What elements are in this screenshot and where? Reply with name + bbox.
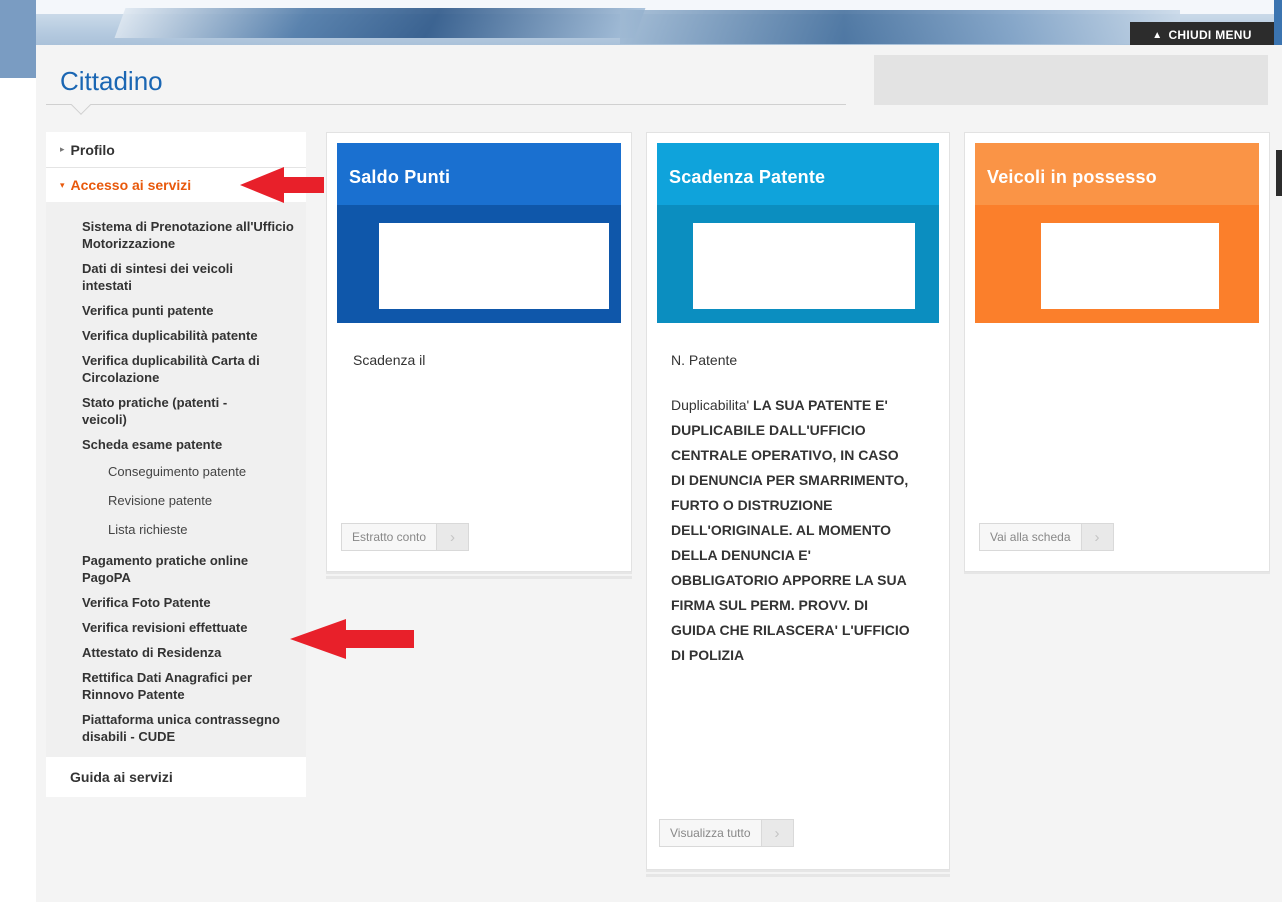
sidebar-subitem-rettifica[interactable]: Rettifica Dati Anagrafici per Rinnovo Pa… [46, 665, 306, 707]
sidebar: ▸ Profilo ▾ Accesso ai servizi Sistema d… [46, 132, 306, 902]
button-label: Estratto conto [352, 530, 427, 544]
sidebar-subitem-punti-patente[interactable]: Verifica punti patente [46, 298, 306, 323]
card-scadenza-patente: Scadenza Patente N. Patente Duplicabilit… [646, 132, 950, 870]
chevron-right-icon: › [1080, 524, 1113, 550]
close-menu-label: CHIUDI MENU [1168, 28, 1252, 42]
card-shadow [326, 576, 632, 579]
annotation-arrow-pagopa [290, 619, 414, 659]
sidebar-subitem-revisioni[interactable]: Verifica revisioni effettuate [46, 615, 306, 640]
banner-road-right [620, 10, 1180, 44]
annotation-arrow-accesso [240, 167, 324, 203]
sidebar-subitem-foto-patente[interactable]: Verifica Foto Patente [46, 590, 306, 615]
caret-down-icon: ▾ [60, 179, 65, 190]
duplicabilita-label: Duplicabilita' [671, 397, 750, 413]
header-gray-box [874, 55, 1268, 105]
card-veicoli-possesso: Veicoli in possesso Vai alla scheda › [964, 132, 1270, 572]
sidebar-subitem-prenotazione[interactable]: Sistema di Prenotazione all'Ufficio Moto… [46, 212, 306, 256]
button-label: Vai alla scheda [990, 530, 1071, 544]
sidebar-item-guida[interactable]: Guida ai servizi [46, 757, 306, 797]
card-shadow [646, 874, 950, 877]
card-title: Saldo Punti [337, 143, 621, 205]
sidebar-subitem-scheda-esame[interactable]: Scheda esame patente [46, 432, 306, 457]
banner-edge-left [0, 0, 36, 78]
card-text: Scadenza il [353, 352, 426, 368]
sidebar-subitem-attestato[interactable]: Attestato di Residenza [46, 640, 306, 665]
chevron-right-icon: › [760, 820, 793, 846]
vai-alla-scheda-button[interactable]: Vai alla scheda › [979, 523, 1114, 551]
card-saldo-punti: Saldo Punti Scadenza il Estratto conto › [326, 132, 632, 572]
sidebar-submenu: Sistema di Prenotazione all'Ufficio Moto… [46, 202, 306, 757]
sidebar-item-profilo[interactable]: ▸ Profilo [46, 132, 306, 168]
card-title: Veicoli in possesso [975, 143, 1259, 205]
title-divider [46, 104, 846, 105]
sidebar-item-label: Profilo [70, 141, 115, 158]
sidebar-subsubitem-lista-richieste[interactable]: Lista richieste [46, 515, 306, 544]
sidebar-subitem-stato-pratiche[interactable]: Stato pratiche (patenti - veicoli) [46, 390, 306, 432]
duplicabilita-value: LA SUA PATENTE E' DUPLICABILE DALL'UFFIC… [671, 397, 910, 663]
sidebar-subsubitem-conseguimento[interactable]: Conseguimento patente [46, 457, 306, 486]
page-title: Cittadino [60, 66, 163, 96]
sidebar-subitem-duplicabilita-carta[interactable]: Verifica duplicabilità Carta di Circolaz… [46, 348, 306, 390]
chevron-right-icon: › [436, 524, 469, 550]
sidebar-subitem-dati-veicoli[interactable]: Dati di sintesi dei veicoli intestati [46, 256, 306, 298]
caret-right-icon: ▸ [60, 144, 65, 154]
button-label: Visualizza tutto [670, 826, 751, 840]
card-value-box [1041, 223, 1219, 309]
sidebar-subsubitem-revisione[interactable]: Revisione patente [46, 486, 306, 515]
sidebar-subitem-pagopa[interactable]: Pagamento pratiche online PagoPA [46, 544, 306, 590]
card-text-duplicabilita: Duplicabilita' LA SUA PATENTE E' DUPLICA… [671, 393, 911, 668]
card-value-box [379, 223, 609, 309]
sidebar-item-label: Accesso ai servizi [70, 177, 192, 193]
scroll-tab[interactable] [1276, 150, 1282, 196]
visualizza-tutto-button[interactable]: Visualizza tutto › [659, 819, 794, 847]
sidebar-subitem-duplicabilita-patente[interactable]: Verifica duplicabilità patente [46, 323, 306, 348]
chevron-up-icon: ▲ [1152, 29, 1163, 41]
banner-road [114, 8, 646, 38]
estratto-conto-button[interactable]: Estratto conto › [341, 523, 470, 551]
card-text-n-patente: N. Patente [671, 352, 738, 368]
sidebar-subitem-cude[interactable]: Piattaforma unica contrassegno disabili … [46, 707, 306, 749]
card-value-box [693, 223, 915, 309]
card-title: Scadenza Patente [657, 143, 939, 205]
